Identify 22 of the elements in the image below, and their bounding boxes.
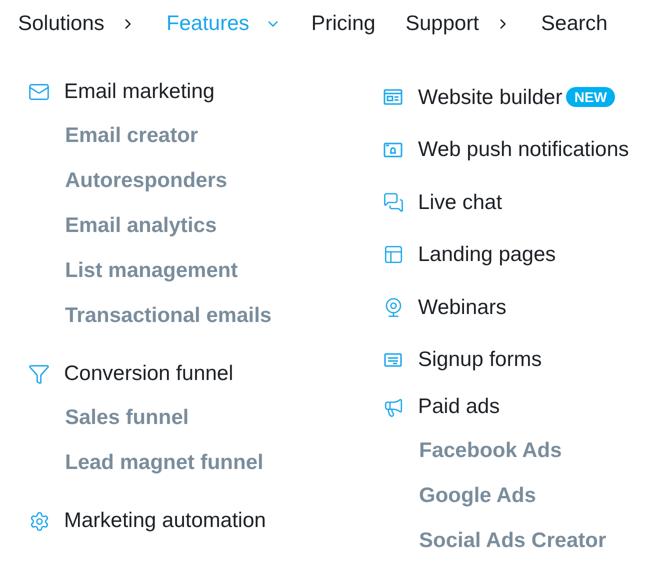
funnel-icon bbox=[28, 363, 50, 385]
chat-bubbles-icon bbox=[382, 192, 404, 213]
menu-item[interactable]: Website builder bbox=[418, 82, 562, 113]
menu-item[interactable]: Webinars bbox=[418, 292, 506, 323]
nav-link[interactable]: Pricing bbox=[311, 8, 376, 40]
menu-item[interactable]: Landing pages bbox=[418, 239, 556, 270]
menu-item[interactable]: Signup forms bbox=[418, 344, 542, 376]
envelope-icon bbox=[28, 81, 50, 103]
nav-link[interactable]: Solutions bbox=[18, 8, 136, 40]
menu-item[interactable]: Web push notifications bbox=[418, 134, 629, 166]
menu-item[interactable]: Email marketing bbox=[64, 76, 215, 108]
menu-item[interactable]: Marketing automation bbox=[64, 505, 266, 537]
nav-link[interactable]: Support bbox=[405, 8, 512, 40]
gear-icon bbox=[28, 510, 50, 532]
new-badge: NEW bbox=[566, 87, 616, 108]
menu-item[interactable]: Conversion funnel bbox=[64, 358, 234, 390]
megaphone-icon bbox=[382, 396, 404, 418]
layout-icon bbox=[382, 244, 404, 266]
menu-item[interactable]: Live chat bbox=[418, 186, 502, 218]
menu-item[interactable]: Paid ads bbox=[418, 391, 500, 423]
browser-window-icon bbox=[383, 87, 403, 108]
nav-link[interactable]: Search bbox=[541, 8, 608, 40]
